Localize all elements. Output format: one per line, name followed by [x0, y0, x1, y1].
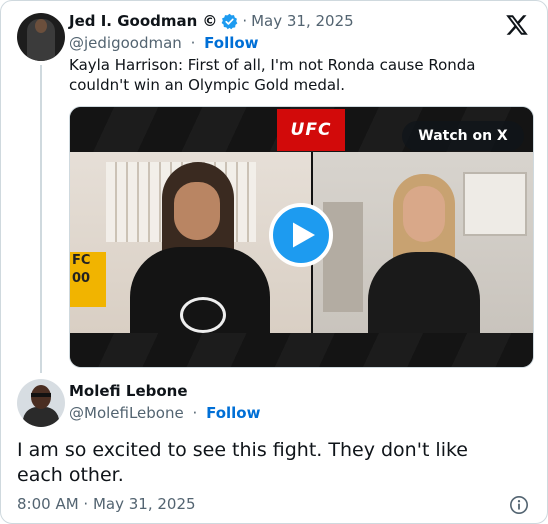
- main-tweet-text: I am so excited to see this fight. They …: [17, 439, 468, 486]
- main-tweet-timestamp[interactable]: 8:00 AM · May 31, 2025: [17, 495, 196, 513]
- quoted-handle-row: @jedigoodman · Follow: [69, 34, 259, 52]
- ufc-sign: FC 00: [70, 252, 106, 307]
- quoted-date[interactable]: May 31, 2025: [251, 12, 354, 30]
- main-display-name[interactable]: Molefi Lebone: [69, 382, 188, 400]
- avatar-head: [35, 19, 47, 33]
- thread-connector-line: [40, 65, 42, 373]
- main-handle-row: @MolefiLebone · Follow: [69, 404, 260, 422]
- name-suffix: ©: [202, 12, 218, 30]
- info-icon[interactable]: [509, 495, 529, 515]
- video-bottom-band: [70, 333, 533, 367]
- x-logo-icon[interactable]: [505, 13, 529, 37]
- video-right-panel: [313, 152, 533, 333]
- background-door: [323, 202, 363, 312]
- tweet-embed-card: Jed I. Goodman © · May 31, 2025 @jedigoo…: [0, 0, 548, 524]
- avatar-molefi-lebone[interactable]: [17, 379, 65, 427]
- ufc-logo: UFC: [277, 109, 345, 151]
- separator-dot: ·: [190, 34, 196, 52]
- person-left-face: [174, 182, 220, 240]
- separator-dot: ·: [242, 12, 248, 30]
- person-right-face: [403, 186, 445, 242]
- quoted-tweet-text: Kayla Harrison: First of all, I'm not Ro…: [69, 56, 476, 94]
- avatar-head: [31, 385, 51, 409]
- shirt-logo: [180, 297, 226, 333]
- main-author-row: Molefi Lebone: [69, 382, 188, 400]
- main-handle[interactable]: @MolefiLebone: [69, 404, 184, 422]
- quoted-author-row: Jed I. Goodman © · May 31, 2025: [69, 12, 354, 30]
- sign-text-line2: 00: [72, 271, 91, 286]
- follow-jed-button[interactable]: Follow: [204, 34, 258, 52]
- play-button[interactable]: [269, 203, 333, 267]
- play-icon: [293, 222, 315, 248]
- avatar-jed-goodman[interactable]: [17, 13, 65, 61]
- video-player[interactable]: FC 00 UFC Watch on X: [69, 106, 534, 368]
- sign-text-line1: FC: [72, 253, 91, 268]
- person-right-body: [368, 252, 480, 333]
- watch-on-x-button[interactable]: Watch on X: [402, 121, 524, 151]
- quoted-handle[interactable]: @jedigoodman: [69, 34, 182, 52]
- background-shelf: [463, 172, 527, 236]
- separator-dot: ·: [192, 404, 198, 422]
- avatar-torso: [23, 407, 59, 427]
- verified-badge-icon: [221, 13, 238, 29]
- follow-molefi-button[interactable]: Follow: [206, 404, 260, 422]
- avatar-glasses: [31, 393, 51, 397]
- quoted-display-name[interactable]: Jed I. Goodman: [69, 12, 197, 30]
